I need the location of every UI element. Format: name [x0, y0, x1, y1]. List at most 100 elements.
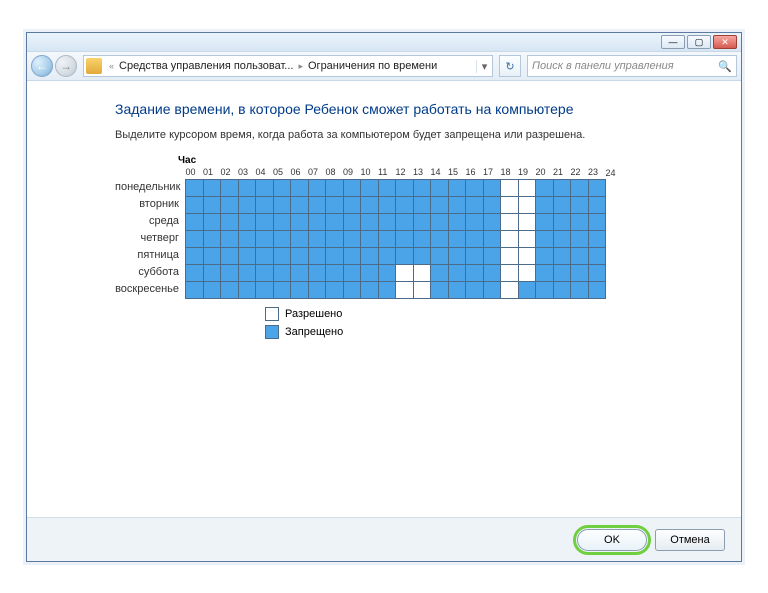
ok-button[interactable]: OK	[577, 529, 647, 551]
schedule-cell[interactable]	[291, 213, 309, 230]
schedule-cell[interactable]	[501, 264, 519, 281]
schedule-cell[interactable]	[413, 196, 431, 213]
schedule-cell[interactable]	[501, 213, 519, 230]
schedule-cell[interactable]	[483, 230, 501, 247]
schedule-cell[interactable]	[588, 264, 606, 281]
schedule-cell[interactable]	[361, 264, 379, 281]
schedule-cell[interactable]	[273, 230, 291, 247]
schedule-cell[interactable]	[343, 247, 361, 264]
schedule-cell[interactable]	[186, 179, 204, 196]
schedule-cell[interactable]	[273, 264, 291, 281]
schedule-cell[interactable]	[308, 281, 326, 298]
schedule-cell[interactable]	[448, 179, 466, 196]
schedule-cell[interactable]	[308, 247, 326, 264]
schedule-cell[interactable]	[326, 196, 344, 213]
schedule-cell[interactable]	[238, 247, 256, 264]
schedule-cell[interactable]	[501, 179, 519, 196]
schedule-cell[interactable]	[448, 196, 466, 213]
nav-forward-button[interactable]: →	[55, 55, 77, 77]
schedule-cell[interactable]	[256, 247, 274, 264]
schedule-cell[interactable]	[308, 213, 326, 230]
schedule-cell[interactable]	[273, 196, 291, 213]
breadcrumb-parent[interactable]: Средства управления пользоват...	[117, 60, 295, 72]
schedule-cell[interactable]	[378, 264, 396, 281]
schedule-cell[interactable]	[553, 179, 571, 196]
schedule-cell[interactable]	[396, 213, 414, 230]
schedule-cell[interactable]	[361, 179, 379, 196]
schedule-cell[interactable]	[483, 179, 501, 196]
schedule-cell[interactable]	[396, 179, 414, 196]
schedule-cell[interactable]	[343, 196, 361, 213]
schedule-cell[interactable]	[466, 196, 484, 213]
schedule-cell[interactable]	[396, 264, 414, 281]
schedule-cell[interactable]	[256, 196, 274, 213]
schedule-cell[interactable]	[501, 196, 519, 213]
schedule-cell[interactable]	[378, 213, 396, 230]
schedule-cell[interactable]	[483, 213, 501, 230]
schedule-cell[interactable]	[186, 264, 204, 281]
schedule-cell[interactable]	[536, 179, 554, 196]
schedule-cell[interactable]	[501, 247, 519, 264]
schedule-cell[interactable]	[518, 179, 536, 196]
schedule-cell[interactable]	[203, 196, 221, 213]
schedule-cell[interactable]	[238, 179, 256, 196]
schedule-cell[interactable]	[536, 281, 554, 298]
schedule-cell[interactable]	[466, 179, 484, 196]
schedule-cell[interactable]	[483, 196, 501, 213]
schedule-cell[interactable]	[326, 281, 344, 298]
schedule-cell[interactable]	[413, 281, 431, 298]
schedule-cell[interactable]	[326, 213, 344, 230]
schedule-cell[interactable]	[186, 213, 204, 230]
schedule-cell[interactable]	[553, 230, 571, 247]
schedule-cell[interactable]	[413, 213, 431, 230]
schedule-cell[interactable]	[361, 281, 379, 298]
schedule-cell[interactable]	[553, 247, 571, 264]
schedule-cell[interactable]	[378, 247, 396, 264]
schedule-cell[interactable]	[536, 196, 554, 213]
schedule-cell[interactable]	[518, 281, 536, 298]
schedule-cell[interactable]	[326, 247, 344, 264]
schedule-cell[interactable]	[536, 247, 554, 264]
breadcrumb-overflow[interactable]: «	[106, 61, 117, 71]
schedule-cell[interactable]	[431, 264, 449, 281]
schedule-cell[interactable]	[238, 213, 256, 230]
schedule-cell[interactable]	[518, 264, 536, 281]
schedule-cell[interactable]	[588, 179, 606, 196]
schedule-cell[interactable]	[431, 179, 449, 196]
schedule-cell[interactable]	[536, 264, 554, 281]
schedule-cell[interactable]	[518, 247, 536, 264]
schedule-cell[interactable]	[378, 179, 396, 196]
schedule-cell[interactable]	[361, 230, 379, 247]
schedule-cell[interactable]	[238, 230, 256, 247]
schedule-cell[interactable]	[291, 196, 309, 213]
schedule-cell[interactable]	[448, 230, 466, 247]
schedule-cell[interactable]	[186, 230, 204, 247]
schedule-cell[interactable]	[553, 196, 571, 213]
address-bar[interactable]: « Средства управления пользоват... ▸ Огр…	[83, 55, 493, 77]
schedule-cell[interactable]	[448, 281, 466, 298]
schedule-cell[interactable]	[256, 230, 274, 247]
schedule-cell[interactable]	[186, 247, 204, 264]
schedule-cell[interactable]	[221, 230, 239, 247]
close-button[interactable]: ✕	[713, 35, 737, 49]
schedule-cell[interactable]	[448, 213, 466, 230]
schedule-cell[interactable]	[483, 264, 501, 281]
schedule-cell[interactable]	[256, 264, 274, 281]
schedule-cell[interactable]	[518, 213, 536, 230]
schedule-cell[interactable]	[361, 213, 379, 230]
schedule-grid[interactable]: 0001020304050607080910111213141516171819…	[185, 166, 624, 299]
schedule-cell[interactable]	[553, 213, 571, 230]
schedule-cell[interactable]	[536, 230, 554, 247]
nav-back-button[interactable]: ←	[31, 55, 53, 77]
schedule-cell[interactable]	[256, 213, 274, 230]
schedule-cell[interactable]	[326, 230, 344, 247]
schedule-cell[interactable]	[571, 281, 589, 298]
schedule-cell[interactable]	[396, 247, 414, 264]
schedule-cell[interactable]	[343, 179, 361, 196]
schedule-cell[interactable]	[396, 281, 414, 298]
schedule-cell[interactable]	[273, 213, 291, 230]
schedule-cell[interactable]	[448, 247, 466, 264]
schedule-cell[interactable]	[483, 281, 501, 298]
schedule-cell[interactable]	[343, 230, 361, 247]
schedule-cell[interactable]	[203, 281, 221, 298]
